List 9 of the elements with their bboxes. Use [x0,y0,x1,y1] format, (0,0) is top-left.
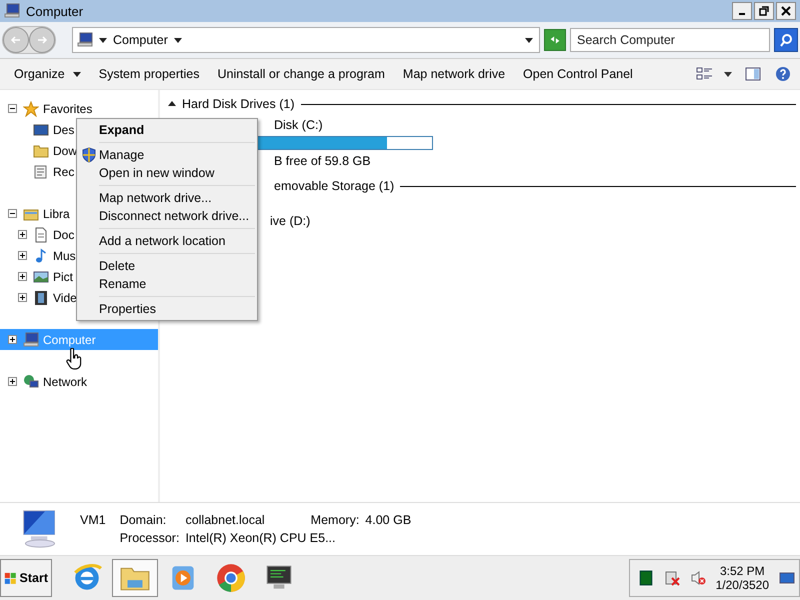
free-space-text: B free of 59.8 GB [273,154,372,168]
detail-label: Processor: [120,531,180,545]
window-title: Computer [26,4,84,18]
detail-value: 4.00 GB [365,513,412,527]
detail-value: Intel(R) Xeon(R) CPU E5... [185,531,336,545]
detail-label: Domain: [120,513,168,527]
detail-label: Memory: [310,513,360,527]
computer-name: VM1 [80,513,107,527]
detail-value: collabnet.local [185,513,265,527]
